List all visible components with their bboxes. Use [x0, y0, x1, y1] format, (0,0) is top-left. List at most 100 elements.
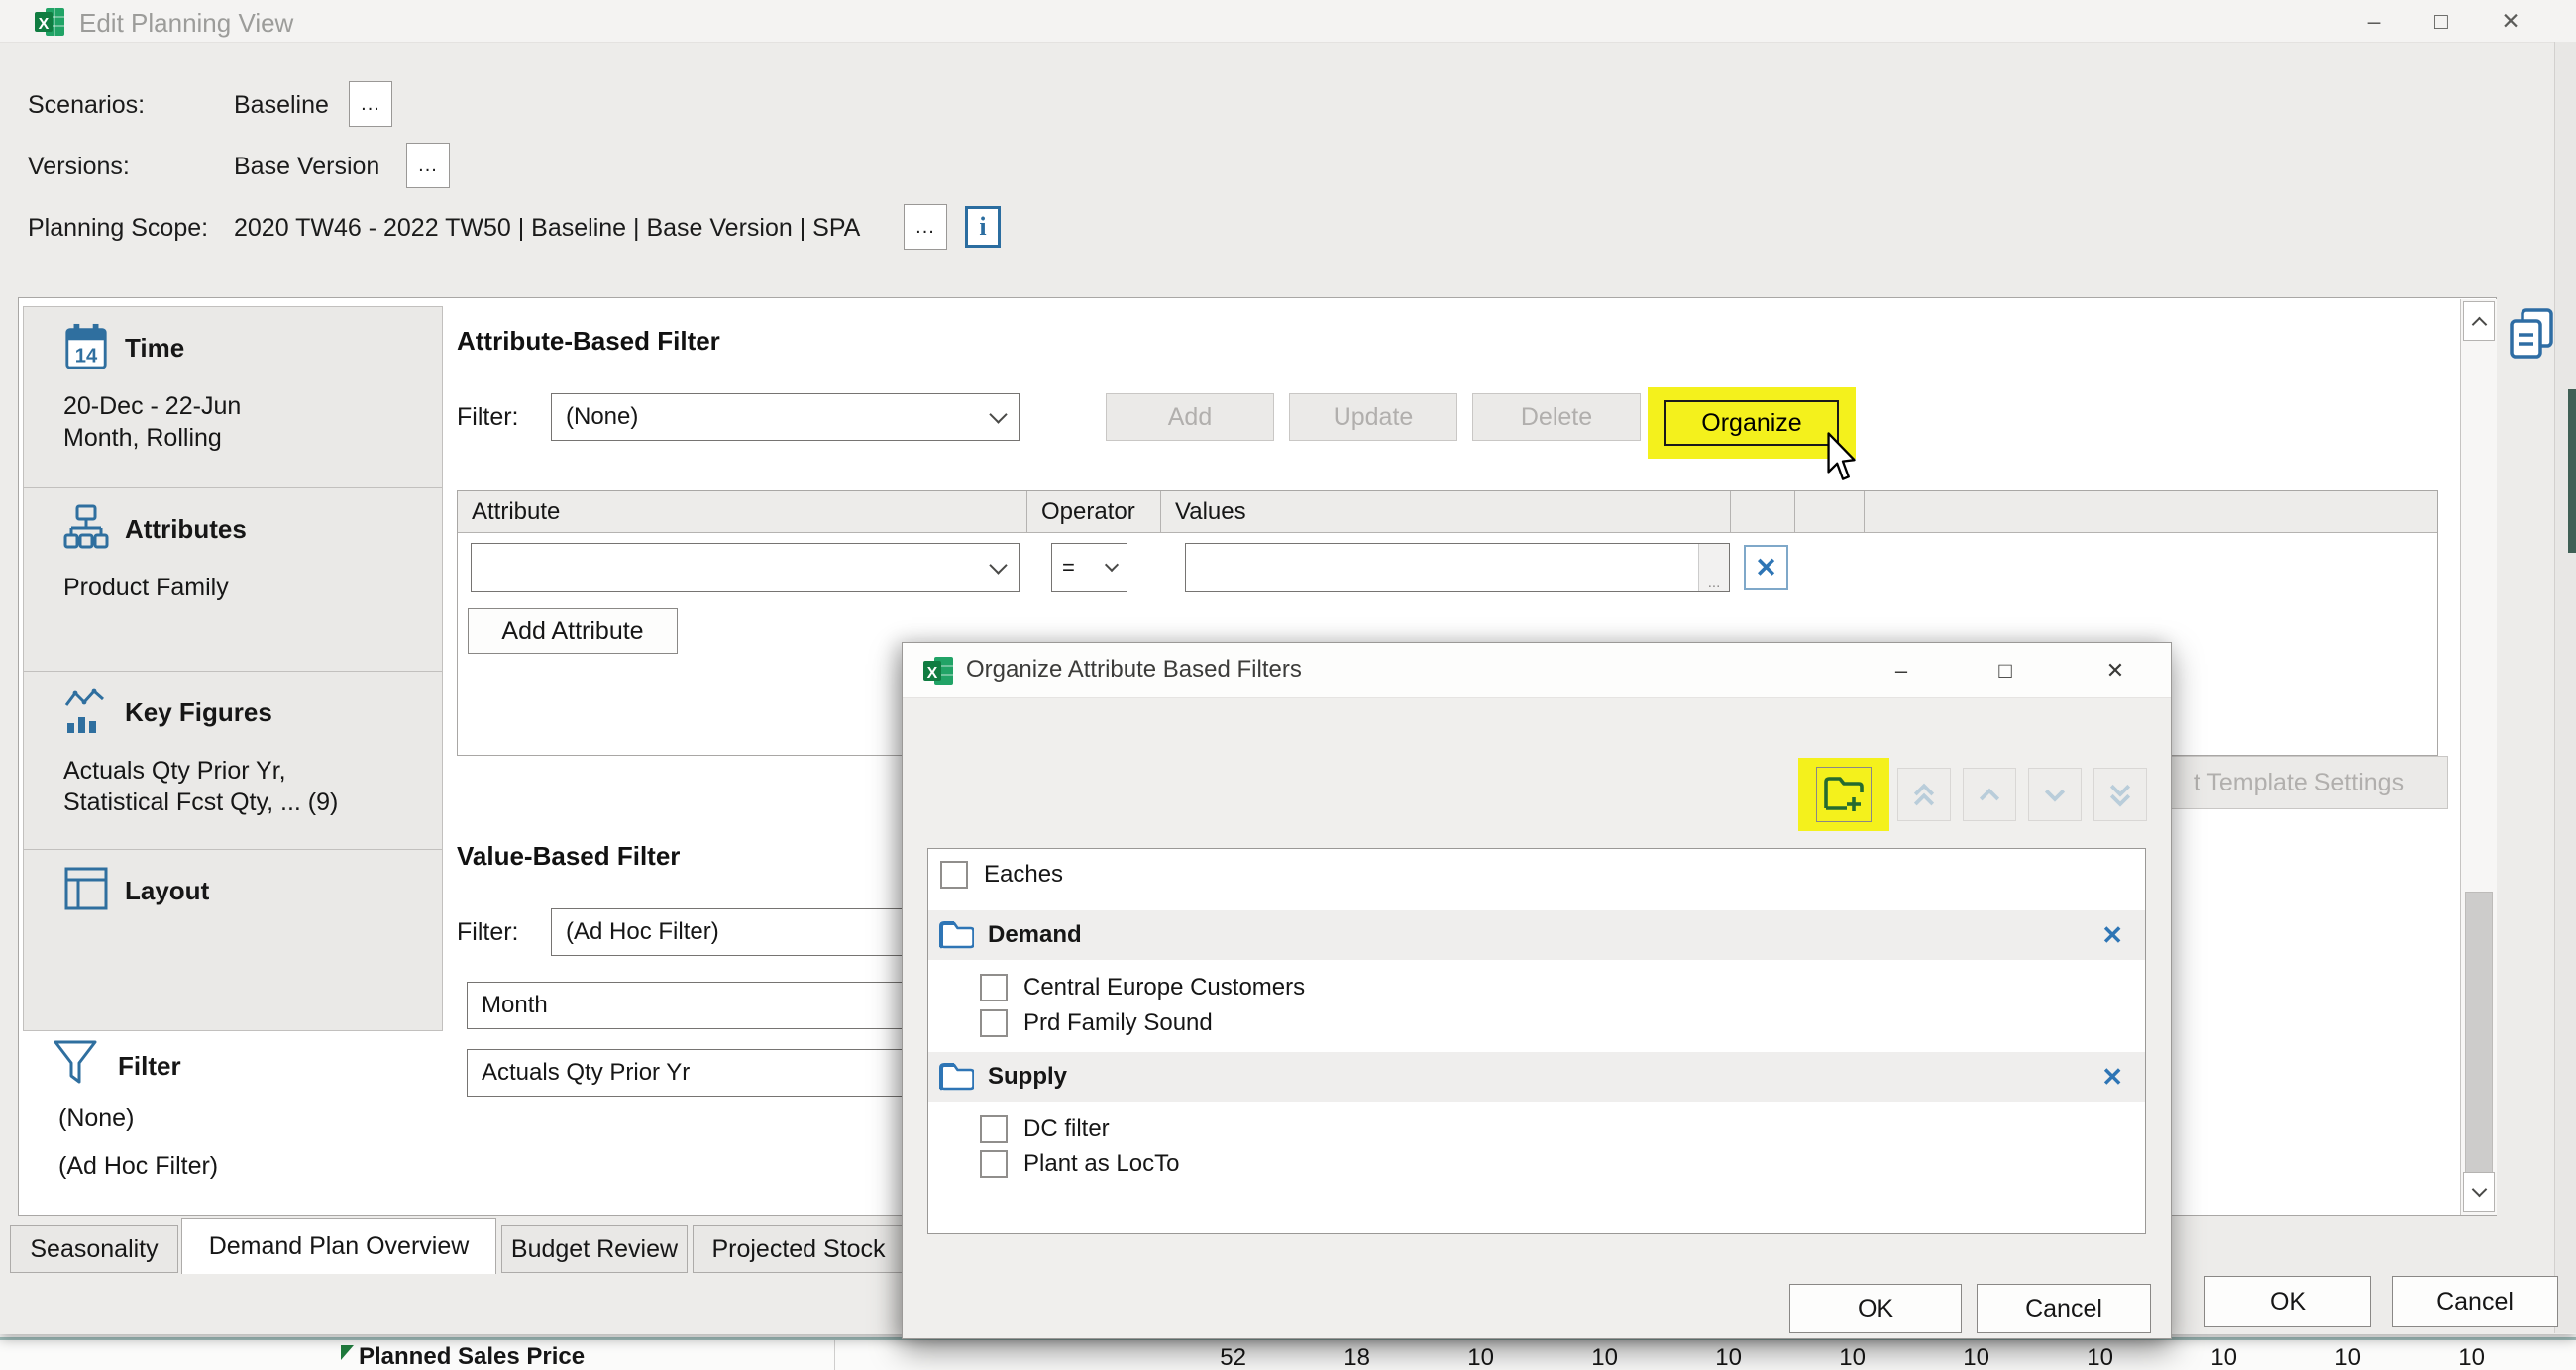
- cell-value: 52: [1123, 1344, 1246, 1370]
- update-button[interactable]: Update: [1289, 393, 1457, 441]
- column-header-operator: Operator: [1027, 491, 1161, 532]
- values-input[interactable]: ...: [1185, 543, 1730, 592]
- operator-value: =: [1062, 555, 1075, 580]
- delete-button[interactable]: Delete: [1472, 393, 1641, 441]
- tab-projected-stock[interactable]: Projected Stock: [693, 1225, 905, 1273]
- cell-value: 18: [1246, 1344, 1370, 1370]
- chevron-down-icon: [989, 556, 1007, 574]
- sidebar-section-time[interactable]: 14 Time 20-Dec - 22-Jun Month, Rolling: [23, 306, 443, 488]
- add-folder-highlight: [1798, 758, 1889, 831]
- folder-row-supply[interactable]: Supply ✕: [928, 1052, 2145, 1102]
- scroll-up-button[interactable]: [2463, 301, 2495, 341]
- worksheet-row-label: Planned Sales Price: [359, 1343, 585, 1370]
- folder-icon: [938, 919, 974, 951]
- scenarios-label: Scenarios:: [28, 91, 145, 120]
- move-top-button[interactable]: [1897, 768, 1951, 821]
- edit-template-settings-button[interactable]: t Template Settings: [2149, 756, 2448, 809]
- worksheet-gridline: [834, 1340, 835, 1370]
- folder-row-demand[interactable]: Demand ✕: [928, 910, 2145, 960]
- ok-button[interactable]: OK: [2204, 1276, 2371, 1327]
- checkbox[interactable]: [940, 861, 968, 889]
- delete-folder-button[interactable]: ✕: [2101, 1062, 2123, 1093]
- list-item-label: Central Europe Customers: [1023, 974, 1305, 1001]
- move-bottom-button[interactable]: [2093, 768, 2147, 821]
- dialog-titlebar: X Organize Attribute Based Filters – □ ✕: [903, 643, 2171, 698]
- scenarios-browse-button[interactable]: ...: [349, 81, 392, 127]
- svg-text:14: 14: [75, 345, 98, 367]
- scroll-down-button[interactable]: [2463, 1172, 2495, 1212]
- sidebar-section-layout[interactable]: Layout: [23, 849, 443, 1031]
- delete-folder-button[interactable]: ✕: [2101, 920, 2123, 951]
- operator-dropdown[interactable]: =: [1051, 543, 1127, 592]
- move-up-button[interactable]: [1963, 768, 2016, 821]
- cancel-button[interactable]: Cancel: [2392, 1276, 2558, 1327]
- add-folder-button[interactable]: [1816, 767, 1872, 822]
- sidebar-filter-title[interactable]: Filter: [118, 1051, 181, 1082]
- panel-scrollbar[interactable]: [2460, 299, 2497, 1215]
- tab-demand-plan-overview[interactable]: Demand Plan Overview: [181, 1218, 496, 1274]
- double-chevron-down-icon: [2105, 780, 2135, 809]
- column-header-attribute: Attribute: [458, 491, 1027, 532]
- list-item-label: Prd Family Sound: [1023, 1009, 1213, 1037]
- list-item[interactable]: DC filter: [928, 1111, 2145, 1147]
- sidebar-section-title: Attributes: [125, 514, 247, 545]
- checkbox[interactable]: [980, 1009, 1008, 1037]
- values-browse-grip[interactable]: ...: [1698, 544, 1729, 591]
- sidebar-section-key-figures[interactable]: Key Figures Actuals Qty Prior Yr, Statis…: [23, 671, 443, 850]
- minimize-button[interactable]: –: [2346, 0, 2402, 42]
- list-item-label: DC filter: [1023, 1115, 1110, 1143]
- checkbox[interactable]: [980, 974, 1008, 1001]
- cell-value: 10: [2485, 1344, 2576, 1370]
- sidebar-section-detail: Actuals Qty Prior Yr, Statistical Fcst Q…: [63, 755, 338, 818]
- add-button[interactable]: Add: [1106, 393, 1274, 441]
- close-button[interactable]: ✕: [2483, 0, 2538, 42]
- info-icon[interactable]: i: [965, 206, 1001, 248]
- cell-flag-icon: [341, 1345, 354, 1360]
- sidebar-section-detail: 20-Dec - 22-Jun Month, Rolling: [63, 390, 241, 454]
- sidebar-section-title: Key Figures: [125, 697, 272, 728]
- copy-pages-icon[interactable]: [2507, 307, 2556, 361]
- remove-row-button[interactable]: ✕: [1744, 545, 1788, 590]
- svg-text:X: X: [39, 16, 50, 33]
- cell-value: 10: [2113, 1344, 2237, 1370]
- chevron-down-icon: [2040, 780, 2070, 809]
- dialog-minimize-button[interactable]: –: [1870, 643, 1933, 698]
- list-item[interactable]: Central Europe Customers: [928, 970, 2145, 1005]
- dialog-close-button[interactable]: ✕: [2084, 643, 2147, 698]
- list-item[interactable]: Prd Family Sound: [928, 1005, 2145, 1041]
- checkbox[interactable]: [980, 1115, 1008, 1143]
- key-figures-chart-icon: [63, 687, 109, 735]
- dialog-cancel-button[interactable]: Cancel: [1977, 1284, 2151, 1333]
- hierarchy-icon: [63, 504, 109, 552]
- attribute-filter-dropdown[interactable]: (None): [551, 393, 1020, 441]
- planning-scope-label: Planning Scope:: [28, 214, 208, 243]
- filters-list: Eaches Demand ✕ Central Europe Customers…: [927, 848, 2146, 1234]
- maximize-button[interactable]: □: [2414, 0, 2469, 42]
- checkbox[interactable]: [980, 1150, 1008, 1178]
- tab-seasonality[interactable]: Seasonality: [10, 1225, 178, 1273]
- attribute-select-dropdown[interactable]: [471, 543, 1020, 592]
- column-header-values: Values: [1161, 491, 1731, 532]
- double-chevron-up-icon: [1909, 780, 1939, 809]
- move-down-button[interactable]: [2028, 768, 2082, 821]
- list-item-label: Plant as LocTo: [1023, 1150, 1179, 1178]
- add-attribute-button[interactable]: Add Attribute: [468, 608, 678, 654]
- dialog-ok-button[interactable]: OK: [1789, 1284, 1962, 1333]
- excel-icon: X: [34, 6, 65, 38]
- svg-text:X: X: [927, 665, 938, 682]
- value-filter-heading: Value-Based Filter: [457, 841, 680, 872]
- value-filter-selected: (Ad Hoc Filter): [566, 918, 719, 946]
- list-item[interactable]: Plant as LocTo: [928, 1146, 2145, 1182]
- list-item[interactable]: Eaches: [928, 857, 2145, 893]
- folder-icon: [938, 1061, 974, 1093]
- dialog-maximize-button[interactable]: □: [1974, 643, 2037, 698]
- tab-budget-review[interactable]: Budget Review: [501, 1225, 688, 1273]
- organize-button[interactable]: Organize: [1664, 400, 1839, 446]
- sidebar-filter-adhoc: (Ad Hoc Filter): [58, 1152, 218, 1181]
- excel-icon: X: [922, 655, 954, 686]
- versions-browse-button[interactable]: ...: [406, 143, 450, 188]
- folder-label: Demand: [988, 921, 1082, 949]
- planning-scope-browse-button[interactable]: ...: [904, 204, 947, 250]
- scrollbar-thumb[interactable]: [2465, 892, 2493, 1175]
- sidebar-section-attributes[interactable]: Attributes Product Family: [23, 487, 443, 672]
